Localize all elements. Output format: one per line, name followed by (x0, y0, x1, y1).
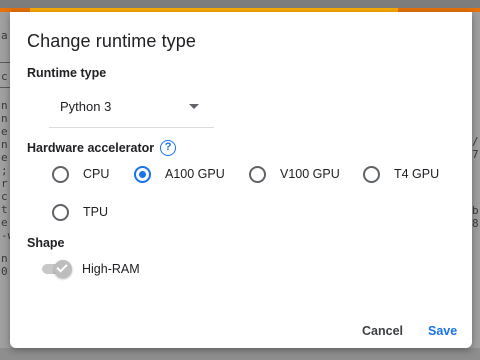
radio-option-v100-gpu[interactable]: V100 GPU (249, 163, 340, 185)
hardware-accelerator-label: Hardware accelerator ? (27, 140, 177, 156)
radio-option-t4-gpu[interactable]: T4 GPU (363, 163, 439, 185)
runtime-type-label: Runtime type (27, 66, 107, 80)
change-runtime-dialog: Change runtime type Runtime type Python … (10, 12, 472, 348)
bg-code-fragment: / (472, 135, 479, 148)
notebook-top-bar (0, 0, 480, 12)
dropdown-arrow-icon (189, 104, 199, 109)
radio-label: CPU (83, 167, 110, 181)
bg-code-fragment: b (472, 204, 479, 217)
radio-option-tpu[interactable]: TPU (52, 201, 108, 223)
radio-button[interactable] (52, 203, 69, 221)
radio-option-cpu[interactable]: CPU (52, 163, 109, 185)
runtime-type-value: Python 3 (60, 99, 112, 114)
radio-button[interactable] (52, 165, 69, 183)
radio-label: T4 GPU (394, 167, 440, 181)
radio-label: A100 GPU (165, 167, 225, 181)
question-circle-icon[interactable]: ? (160, 140, 177, 156)
high-ram-label: High-RAM (82, 262, 140, 276)
shape-label: Shape (27, 236, 65, 250)
radio-label: TPU (83, 205, 108, 219)
radio-button-selected[interactable] (134, 165, 151, 183)
cancel-button[interactable]: Cancel (362, 324, 403, 338)
radio-option-a100-gpu[interactable]: A100 GPU (134, 163, 225, 185)
bg-code-fragment: 8 (472, 217, 479, 230)
bg-code-fragment: 7 (472, 148, 479, 161)
radio-button[interactable] (363, 165, 380, 183)
hardware-accelerator-text: Hardware accelerator (27, 141, 155, 155)
notebook-code-left-fragments: a c n n e n e ; r c t e -w n 0 (0, 12, 13, 360)
radio-button[interactable] (249, 165, 266, 183)
high-ram-row: High-RAM (42, 260, 140, 278)
save-button[interactable]: Save (428, 324, 457, 338)
high-ram-toggle[interactable] (42, 260, 72, 278)
notebook-code-right-fragments: / 7 b 8 (472, 12, 480, 360)
radio-label: V100 GPU (280, 167, 340, 181)
runtime-type-select[interactable]: Python 3 (49, 92, 214, 128)
notebook-bottom-area (0, 348, 480, 360)
dialog-title: Change runtime type (27, 31, 196, 51)
